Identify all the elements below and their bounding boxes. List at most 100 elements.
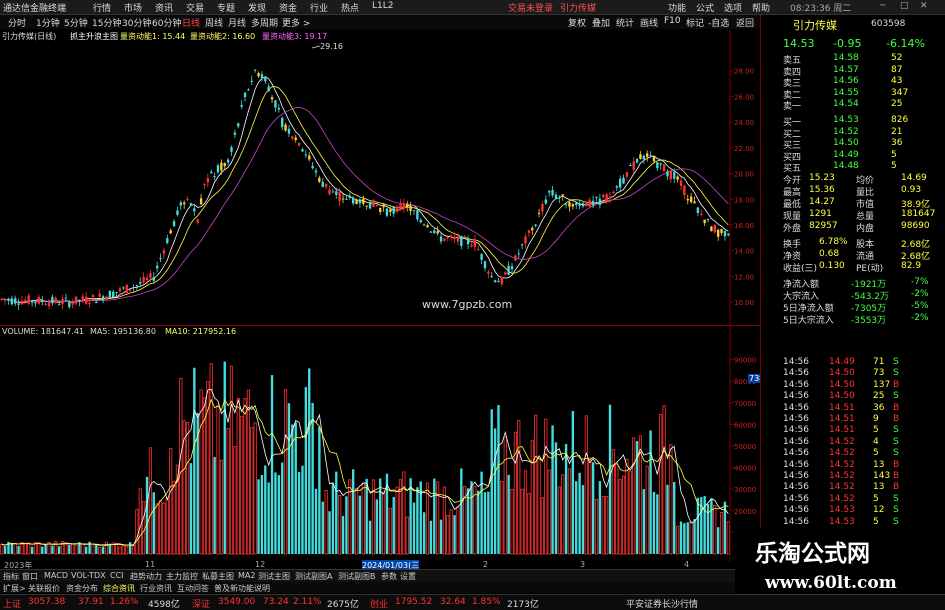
volume-bar (537, 458, 541, 555)
menu-item-行情[interactable]: 行情 (93, 1, 111, 14)
candle-body (318, 177, 321, 182)
volume-bar (436, 481, 440, 555)
tab-ma2[interactable]: MA2 (238, 571, 255, 580)
flow-value: -3553万 (851, 316, 887, 326)
candle-body (270, 97, 274, 100)
toolbar-统计[interactable]: 统计 (616, 16, 634, 29)
minimize-icon[interactable]: ─ (880, 1, 885, 11)
tab-窗口[interactable]: 窗口 (22, 571, 38, 582)
volume-bar (121, 545, 125, 555)
watermark-url: www.60lt.com (765, 573, 897, 593)
tab-cci[interactable]: CCI (110, 571, 124, 580)
close-icon[interactable]: ✕ (920, 1, 928, 11)
candle-body (14, 298, 17, 304)
period-more[interactable]: 更多 > (282, 16, 310, 29)
toolbar-画线[interactable]: 画线 (640, 16, 658, 29)
volume-bar (551, 425, 554, 554)
period-week[interactable]: 周线 (205, 16, 223, 29)
tab-主力监控[interactable]: 主力监控 (166, 571, 198, 582)
tab-vol-tdx[interactable]: VOL-TDX (71, 571, 106, 580)
menu-item-专题[interactable]: 专题 (217, 1, 235, 14)
candle-body (520, 244, 524, 246)
toolbar-返回[interactable]: 返回 (736, 16, 754, 29)
volume-bar (351, 469, 355, 554)
cy-label[interactable]: 创业 (370, 597, 388, 610)
candle-body (355, 199, 358, 205)
volume-bar (169, 448, 173, 555)
candle-body (591, 200, 595, 206)
candle-body (568, 202, 571, 207)
menu-item-资金[interactable]: 资金 (279, 1, 297, 14)
volume-bar (98, 547, 102, 555)
tick-price: 14.49 (829, 357, 855, 367)
tick-list[interactable]: 14:56 14.49 71 S 14:56 14.50 73 S 14:56 14.50 137 B… (761, 357, 945, 537)
maximize-icon[interactable]: □ (900, 1, 909, 11)
tab-综合资讯[interactable]: 综合资讯 (103, 583, 135, 594)
kline-chart[interactable]: 引力传媒(日线) 抓主升浪主图 量资动能1: 15.44 量资动能2: 16.6… (0, 30, 760, 326)
tab-私募主图[interactable]: 私募主图 (202, 571, 234, 582)
period-5min[interactable]: 5分钟 (64, 16, 88, 29)
menu-item-市场[interactable]: 市场 (124, 1, 142, 14)
menu-item-帮助[interactable]: 帮助 (752, 1, 770, 14)
menu-item-热点[interactable]: 热点 (341, 1, 359, 14)
menu-item-发现[interactable]: 发现 (248, 1, 266, 14)
volume-bar (530, 440, 534, 555)
period-1min[interactable]: 1分钟 (36, 16, 60, 29)
sz-label[interactable]: 深证 (192, 597, 210, 610)
tab-设置[interactable]: 设置 (400, 571, 416, 582)
toolbar-标记[interactable]: 标记 (686, 16, 704, 29)
tab-测试主图[interactable]: 测试主图 (258, 571, 290, 582)
tick-price: 14.50 (829, 391, 855, 402)
login-status[interactable]: 交易未登录 (508, 1, 553, 14)
tab-macd[interactable]: MACD (44, 571, 68, 580)
volume-bar (91, 545, 95, 555)
volume-chart[interactable]: VOLUME: 181647.41 MA5: 195136.80 MA10: 2… (0, 326, 776, 562)
tab-普及新功能说明[interactable]: 普及新功能说明 (214, 583, 270, 594)
menu-item-公式[interactable]: 公式 (696, 1, 714, 14)
period-15min[interactable]: 15分钟 (92, 16, 121, 29)
tab-指标[interactable]: 指标 (3, 571, 19, 582)
toolbar-叠加[interactable]: 叠加 (592, 16, 610, 29)
period-day[interactable]: 日线 (182, 16, 200, 29)
menu-item-行业[interactable]: 行业 (310, 1, 328, 14)
tab-关联报价[interactable]: 关联报价 (28, 583, 60, 594)
tab-参数[interactable]: 参数 (381, 571, 397, 582)
toolbar-f10[interactable]: F10 (664, 16, 681, 26)
volume-bar (162, 502, 166, 555)
menu-item-交易[interactable]: 交易 (186, 1, 204, 14)
tab-互动问答[interactable]: 互动问答 (177, 583, 209, 594)
sh-label[interactable]: 上证 (3, 597, 21, 610)
volume-bar (392, 496, 395, 554)
period-分时[interactable]: 分时 (8, 16, 26, 29)
menu-item-功能[interactable]: 功能 (668, 1, 686, 14)
tick-row: 14:56 14.50 137 B (761, 380, 945, 392)
menu-item-资讯[interactable]: 资讯 (155, 1, 173, 14)
volume-bar (71, 543, 75, 555)
candle-body (237, 123, 240, 127)
tab-趋势动力[interactable]: 趋势动力 (130, 571, 162, 582)
volume-bar (193, 367, 196, 554)
toolbar-自选[interactable]: -自选 (708, 16, 729, 29)
menu-item-选项[interactable]: 选项 (724, 1, 742, 14)
tab-资金分布[interactable]: 资金分布 (66, 583, 98, 594)
volume-bar (483, 492, 487, 554)
tab-行业资讯[interactable]: 行业资讯 (140, 583, 172, 594)
candle-body (727, 233, 730, 236)
period-30min[interactable]: 30分钟 (122, 16, 151, 29)
period-month[interactable]: 月线 (228, 16, 246, 29)
toolbar-复权[interactable]: 复权 (568, 16, 586, 29)
tick-time: 14:56 (783, 357, 809, 367)
tab-测试副图b[interactable]: 测试副图B (338, 571, 376, 582)
tick-side: S (893, 391, 899, 402)
bid-row: 买二 14.52 21 (761, 127, 945, 140)
y-tick-label: 14.00 (734, 248, 754, 256)
menu-item-l1l2[interactable]: L1L2 (372, 1, 393, 11)
period-60min[interactable]: 60分钟 (152, 16, 181, 29)
tab-扩展[interactable]: 扩展> (3, 583, 26, 594)
tick-row: 14:56 14.53 12 S (761, 505, 945, 517)
tab-测试副图a[interactable]: 测试副图A (295, 571, 332, 582)
stat-value: 6.78% (819, 237, 848, 247)
period-multi[interactable]: 多周期 (251, 16, 278, 29)
tick-time: 14:56 (783, 459, 809, 470)
volume-bar (135, 509, 139, 555)
